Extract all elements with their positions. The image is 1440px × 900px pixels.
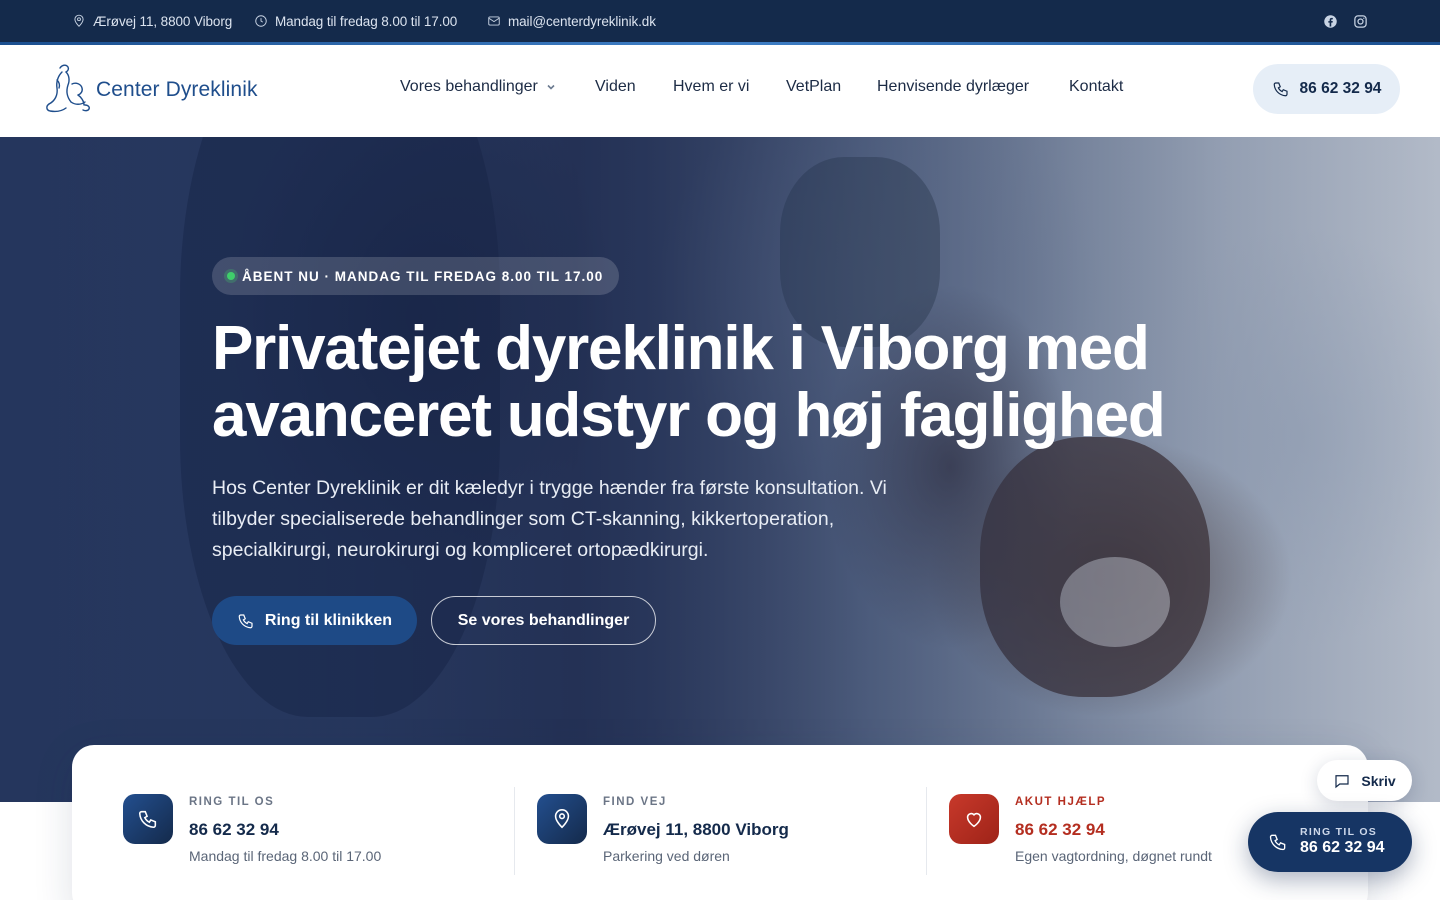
info-emergency-label: AKUT HJÆLP	[1015, 796, 1107, 808]
open-status-text: ÅBENT NU · MANDAG TIL FREDAG 8.00 TIL 17…	[242, 268, 604, 284]
main-header: Center Dyreklinik Vores behandlinger Vid…	[0, 45, 1440, 137]
topbar-address[interactable]: Ærøvej 11, 8800 Viborg	[72, 12, 232, 30]
info-emergency-sub: Egen vagtordning, døgnet rundt	[1015, 848, 1212, 864]
header-phone-button[interactable]: 86 62 32 94	[1253, 64, 1400, 114]
hero-overlay	[0, 137, 1440, 802]
see-treatments-label: Se vores behandlinger	[457, 611, 630, 629]
info-emergency-icon-box	[949, 794, 999, 844]
hero-section: ÅBENT NU · MANDAG TIL FREDAG 8.00 TIL 17…	[0, 137, 1440, 802]
chat-write-label: Skriv	[1361, 772, 1396, 789]
open-status-dot	[227, 272, 235, 280]
instagram-icon[interactable]	[1351, 12, 1369, 30]
info-directions-sub: Parkering ved døren	[603, 848, 730, 864]
phone-icon	[1273, 82, 1288, 97]
logo[interactable]: Center Dyreklinik	[42, 62, 258, 118]
phone-icon	[138, 810, 157, 829]
facebook-icon[interactable]	[1321, 12, 1339, 30]
info-divider	[926, 787, 927, 875]
nav-vores-behandlinger[interactable]: Vores behandlinger	[400, 78, 556, 96]
info-call-label: RING TIL OS	[189, 796, 275, 808]
info-directions-value: Ærøvej 11, 8800 Viborg	[603, 820, 789, 839]
nav-label: Henvisende dyrlæger	[877, 78, 1030, 95]
mail-icon	[488, 16, 500, 26]
info-call-icon-box	[123, 794, 173, 844]
info-call-value: 86 62 32 94	[189, 820, 279, 839]
topbar-email-text: mail@centerdyreklinik.dk	[508, 13, 656, 29]
topbar-email[interactable]: mail@centerdyreklinik.dk	[487, 12, 656, 30]
phone-icon	[1269, 834, 1286, 851]
nav-label: VetPlan	[786, 78, 842, 95]
contact-info-card: RING TIL OS 86 62 32 94 Mandag til freda…	[72, 745, 1368, 900]
chat-bubble-icon	[1335, 774, 1349, 788]
nav-viden[interactable]: Viden	[595, 78, 636, 96]
floating-call-button[interactable]: RING TIL OS 86 62 32 94	[1248, 812, 1412, 872]
header-phone-number: 86 62 32 94	[1299, 80, 1382, 97]
floating-call-label: RING TIL OS	[1300, 826, 1378, 838]
phone-icon	[238, 613, 253, 628]
topbar-address-text: Ærøvej 11, 8800 Viborg	[93, 13, 233, 29]
info-directions-label: FIND VEJ	[603, 796, 667, 808]
logo-animals-icon	[46, 64, 90, 113]
info-directions-icon-box	[537, 794, 587, 844]
map-pin-icon	[554, 809, 570, 829]
chat-write-button[interactable]: Skriv	[1317, 760, 1412, 801]
clock-icon	[255, 15, 267, 27]
call-clinic-button[interactable]: Ring til klinikken	[212, 596, 417, 645]
nav-henvisende-dyrlaeger[interactable]: Henvisende dyrlæger	[877, 78, 1029, 96]
floating-call-number: 86 62 32 94	[1300, 839, 1385, 856]
nav-label: Vores behandlinger	[400, 78, 538, 95]
nav-label: Viden	[595, 78, 636, 95]
map-pin-icon	[74, 14, 84, 27]
nav-label: Hvem er vi	[673, 78, 750, 95]
see-treatments-button[interactable]: Se vores behandlinger	[431, 596, 656, 645]
top-info-bar: Ærøvej 11, 8800 Viborg Mandag til fredag…	[0, 0, 1440, 42]
hero-description: Hos Center Dyreklinik er dit kæledyr i t…	[212, 477, 887, 561]
topbar-hours: Mandag til fredag 8.00 til 17.00	[254, 12, 457, 30]
open-status-badge: ÅBENT NU · MANDAG TIL FREDAG 8.00 TIL 17…	[212, 257, 620, 295]
hero-title: Privatejet dyreklinik i Viborg med avanc…	[212, 314, 1166, 450]
info-call-sub: Mandag til fredag 8.00 til 17.00	[189, 848, 382, 864]
info-directions[interactable]: FIND VEJ Ærøvej 11, 8800 Viborg Parkerin…	[537, 787, 917, 877]
nav-vetplan[interactable]: VetPlan	[786, 78, 841, 96]
logo-text: Center Dyreklinik	[96, 78, 258, 101]
info-divider	[514, 787, 515, 875]
nav-hvem-er-vi[interactable]: Hvem er vi	[673, 78, 749, 96]
chevron-down-icon	[547, 84, 555, 90]
nav-label: Kontakt	[1069, 78, 1124, 95]
info-call[interactable]: RING TIL OS 86 62 32 94 Mandag til freda…	[123, 787, 503, 877]
topbar-hours-text: Mandag til fredag 8.00 til 17.00	[275, 13, 458, 29]
info-emergency-value: 86 62 32 94	[1015, 820, 1105, 839]
call-clinic-label: Ring til klinikken	[264, 611, 393, 629]
nav-kontakt[interactable]: Kontakt	[1069, 78, 1123, 96]
heart-icon	[966, 812, 982, 828]
